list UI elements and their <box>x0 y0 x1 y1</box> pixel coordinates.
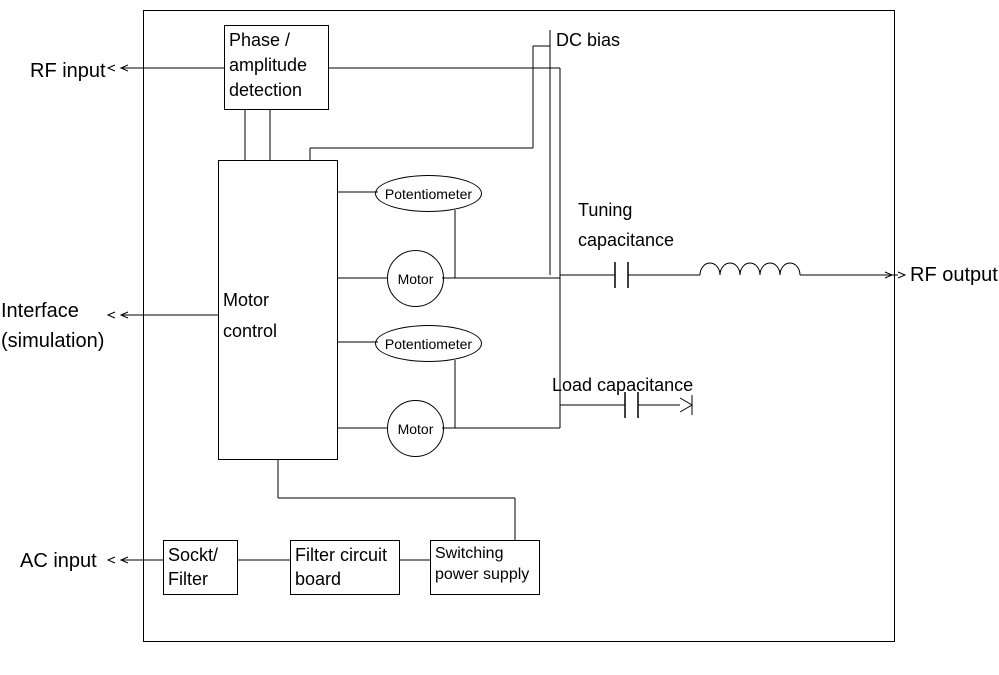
tuning-label: Tuning <box>578 200 632 221</box>
socket-filter-box: Sockt/ Filter <box>163 540 238 595</box>
switching-label: Switching <box>435 545 535 563</box>
power-supply-label: power supply <box>435 566 535 584</box>
phase-label: Phase / <box>229 30 324 51</box>
filter-label: Filter <box>168 569 233 590</box>
dc-bias-label: DC bias <box>556 30 620 51</box>
socket-label: Sockt/ <box>168 545 233 566</box>
motor-2: Motor <box>387 400 444 457</box>
detection-label: detection <box>229 80 324 101</box>
amplitude-label: amplitude <box>229 55 324 76</box>
control-label: control <box>223 321 333 342</box>
board-label: board <box>295 569 395 590</box>
interface-label: Interface <box>1 300 79 323</box>
phase-amp-detection-box: Phase / amplitude detection <box>224 25 329 110</box>
potentiometer-2: Potentiometer <box>375 325 482 362</box>
ac-input-label: AC input <box>20 550 97 573</box>
filter-circuit-label: Filter circuit <box>295 545 395 566</box>
load-cap-label: Load capacitance <box>552 375 693 396</box>
potentiometer-1: Potentiometer <box>375 175 482 212</box>
switching-ps-box: Switching power supply <box>430 540 540 595</box>
motor-control-box: Motor control <box>218 160 338 460</box>
filter-circuit-box: Filter circuit board <box>290 540 400 595</box>
capacitance-label: capacitance <box>578 230 674 251</box>
simulation-label: (simulation) <box>1 330 104 353</box>
motor-label: Motor <box>223 290 333 311</box>
rf-input-label: RF input <box>30 60 106 83</box>
rf-output-label: RF output <box>910 264 998 287</box>
motor-1: Motor <box>387 250 444 307</box>
